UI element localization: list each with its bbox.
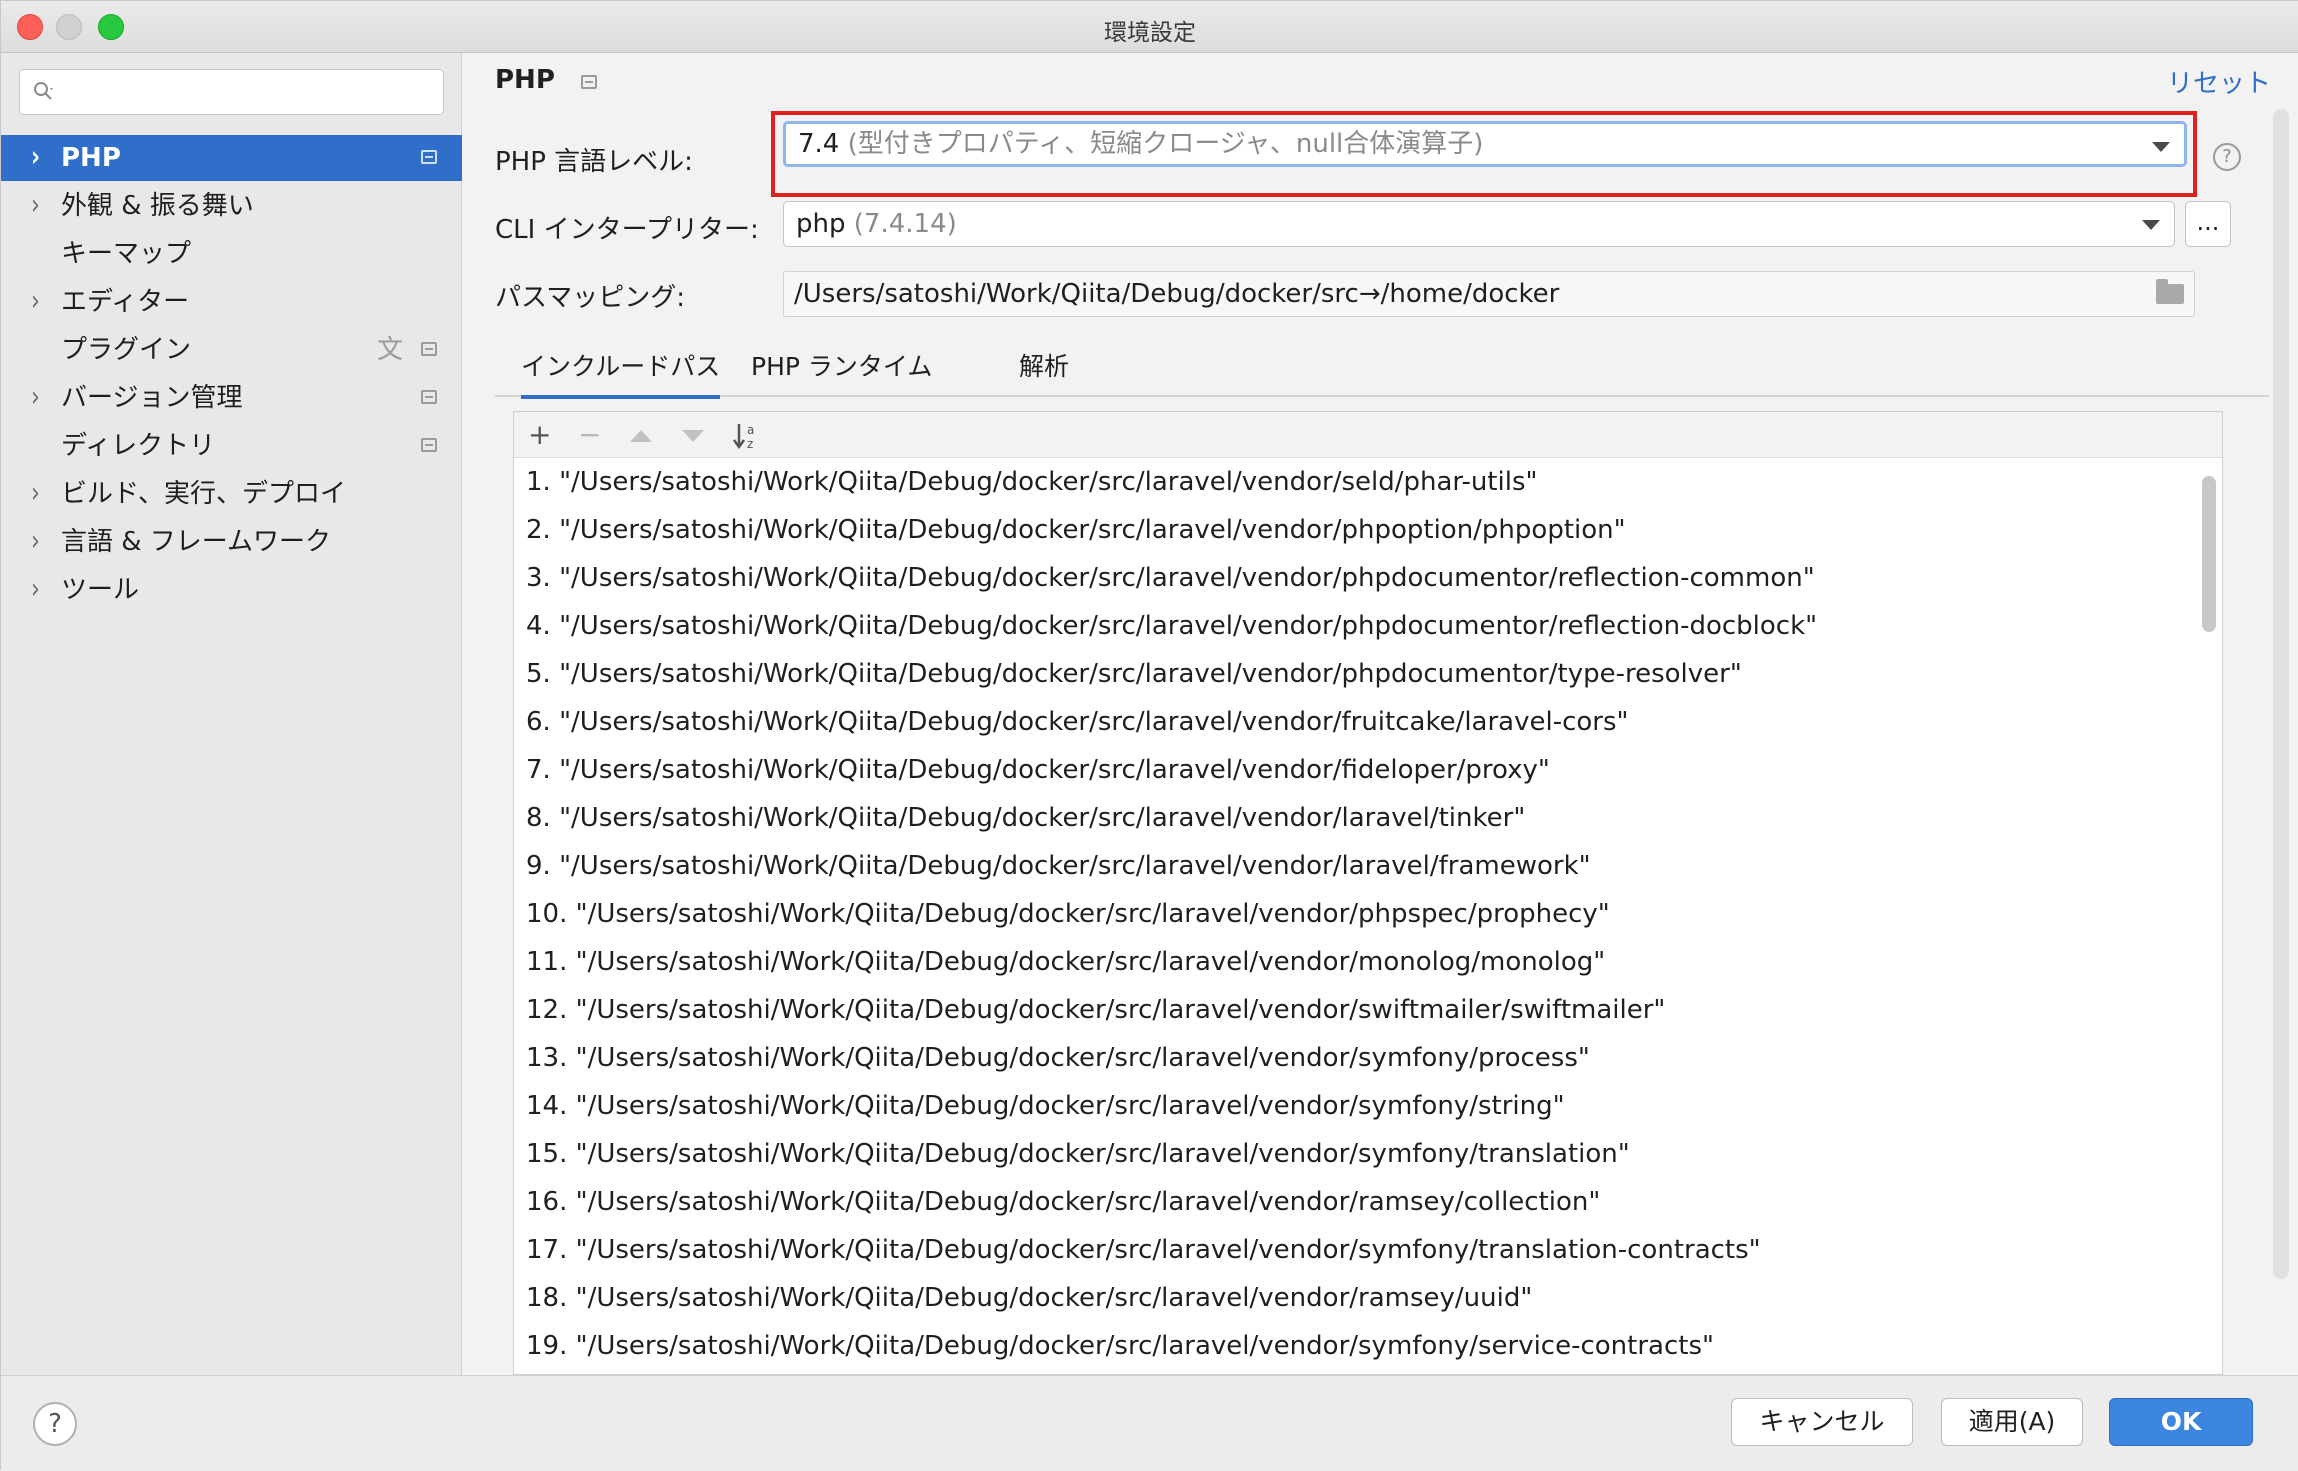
sidebar-item[interactable]: ディレクトリ	[1, 423, 462, 469]
preferences-window: 環境設定 › PHP › 外観 & 振る舞い キーマップ › エディター プラグイン文 › バージ…	[0, 0, 2298, 1471]
sidebar-item[interactable]: › PHP	[1, 135, 462, 181]
list-item[interactable]: 13. "/Users/satoshi/Work/Qiita/Debug/doc…	[514, 1034, 2194, 1082]
list-item[interactable]: 18. "/Users/satoshi/Work/Qiita/Debug/doc…	[514, 1274, 2194, 1322]
folder-icon[interactable]	[2156, 279, 2184, 304]
list-item[interactable]: 4. "/Users/satoshi/Work/Qiita/Debug/dock…	[514, 602, 2194, 650]
cancel-button[interactable]: キャンセル	[1731, 1398, 1913, 1446]
sidebar-item[interactable]: › 外観 & 振る舞い	[1, 183, 462, 229]
translate-icon: 文	[377, 335, 404, 365]
sidebar-item[interactable]: › エディター	[1, 279, 462, 325]
sidebar-item-label: バージョン管理	[61, 383, 243, 413]
list-item[interactable]: 19. "/Users/satoshi/Work/Qiita/Debug/doc…	[514, 1322, 2194, 1370]
list-item[interactable]: 9. "/Users/satoshi/Work/Qiita/Debug/dock…	[514, 842, 2194, 890]
list-scroll-thumb[interactable]	[2202, 476, 2216, 632]
chevron-right-icon[interactable]: ›	[31, 560, 40, 620]
help-button[interactable]: ?	[33, 1402, 77, 1446]
settings-search-input[interactable]	[19, 69, 444, 115]
sidebar-item-label: PHP	[61, 143, 121, 173]
cli-interpreter-value: php	[796, 209, 846, 239]
sidebar-item-label: ビルド、実行、デプロイ	[61, 479, 346, 509]
title-bar: 環境設定	[1, 1, 2298, 53]
settings-sidebar: › PHP › 外観 & 振る舞い キーマップ › エディター プラグイン文 › バージョン管理デ…	[1, 53, 462, 1375]
window-title: 環境設定	[1104, 20, 1196, 46]
list-item[interactable]: 2. "/Users/satoshi/Work/Qiita/Debug/dock…	[514, 506, 2194, 554]
language-level-hint: (型付きプロパティ、短縮クロージャ、null合体演算子)	[847, 129, 1484, 159]
sidebar-item[interactable]: › ツール	[1, 567, 462, 613]
arrow-up-icon[interactable]	[630, 430, 652, 442]
cli-interpreter-browse-button[interactable]: ...	[2185, 201, 2231, 247]
sidebar-item[interactable]: キーマップ	[1, 231, 462, 277]
list-item[interactable]: 14. "/Users/satoshi/Work/Qiita/Debug/doc…	[514, 1082, 2194, 1130]
project-settings-icon	[581, 75, 597, 89]
help-icon[interactable]: ?	[2213, 143, 2241, 171]
language-level-value: 7.4	[798, 129, 840, 159]
content-scrollbar[interactable]	[2273, 109, 2289, 1279]
chevron-right-icon[interactable]: ›	[31, 176, 40, 236]
reset-link[interactable]: リセット	[2167, 63, 2271, 100]
settings-content: PHP リセット PHP 言語レベル: 7.4 (型付きプロパティ、短縮クロージ…	[463, 53, 2298, 1375]
sidebar-item-label: ツール	[61, 575, 140, 605]
list-item[interactable]: 6. "/Users/satoshi/Work/Qiita/Debug/dock…	[514, 698, 2194, 746]
cli-interpreter-label: CLI インタープリター:	[495, 215, 759, 245]
sidebar-item-label: ディレクトリ	[61, 431, 216, 461]
settings-tabs: インクルードパス PHP ランタイム 解析	[495, 337, 2269, 399]
include-path-rows: 1. "/Users/satoshi/Work/Qiita/Debug/dock…	[514, 458, 2194, 1370]
svg-text:z: z	[747, 437, 753, 451]
search-icon	[34, 82, 53, 100]
project-settings-icon	[421, 342, 437, 356]
list-item[interactable]: 10. "/Users/satoshi/Work/Qiita/Debug/doc…	[514, 890, 2194, 938]
list-item[interactable]: 11. "/Users/satoshi/Work/Qiita/Debug/doc…	[514, 938, 2194, 986]
ok-button[interactable]: OK	[2109, 1398, 2253, 1446]
language-level-select[interactable]: 7.4 (型付きプロパティ、短縮クロージャ、null合体演算子)	[783, 121, 2187, 167]
sidebar-item-label: 言語 & フレームワーク	[61, 527, 332, 557]
chevron-down-icon	[2142, 220, 2160, 230]
sort-az-icon[interactable]: az	[732, 421, 762, 451]
project-settings-icon	[421, 438, 437, 452]
list-item[interactable]: 16. "/Users/satoshi/Work/Qiita/Debug/doc…	[514, 1178, 2194, 1226]
sidebar-item-label: キーマップ	[61, 239, 192, 269]
project-settings-icon	[421, 150, 437, 164]
sidebar-item[interactable]: プラグイン 文	[1, 327, 462, 373]
page-title: PHP	[495, 65, 555, 95]
svg-text:a: a	[747, 423, 754, 437]
tab-php-runtime[interactable]: PHP ランタイム	[751, 347, 932, 383]
path-mapping-value: /Users/satoshi/Work/Qiita/Debug/docker/s…	[794, 279, 1560, 309]
arrow-down-icon[interactable]	[682, 430, 704, 442]
list-item[interactable]: 17. "/Users/satoshi/Work/Qiita/Debug/doc…	[514, 1226, 2194, 1274]
sidebar-item[interactable]: › 言語 & フレームワーク	[1, 519, 462, 565]
list-item[interactable]: 7. "/Users/satoshi/Work/Qiita/Debug/dock…	[514, 746, 2194, 794]
sidebar-item[interactable]: › ビルド、実行、デプロイ	[1, 471, 462, 517]
plus-icon[interactable]: +	[528, 418, 551, 451]
dialog-footer: ? キャンセル 適用(A) OK	[1, 1375, 2298, 1471]
path-mapping-field[interactable]: /Users/satoshi/Work/Qiita/Debug/docker/s…	[783, 271, 2195, 317]
chevron-right-icon[interactable]: ›	[31, 368, 40, 428]
list-item[interactable]: 8. "/Users/satoshi/Work/Qiita/Debug/dock…	[514, 794, 2194, 842]
cli-interpreter-select[interactable]: php (7.4.14)	[783, 201, 2175, 247]
list-scrollbar[interactable]	[2202, 468, 2216, 1368]
list-item[interactable]: 12. "/Users/satoshi/Work/Qiita/Debug/doc…	[514, 986, 2194, 1034]
list-toolbar: + − az	[514, 412, 2222, 458]
chevron-right-icon[interactable]: ›	[31, 272, 40, 332]
language-level-label: PHP 言語レベル:	[495, 147, 693, 177]
list-item[interactable]: 5. "/Users/satoshi/Work/Qiita/Debug/dock…	[514, 650, 2194, 698]
tab-analysis[interactable]: 解析	[1019, 347, 1069, 383]
include-path-list: + − az 1. "/Users/satoshi/Work/Qiita/Deb…	[513, 411, 2223, 1375]
path-mapping-label: パスマッピング:	[495, 283, 685, 313]
list-item[interactable]: 15. "/Users/satoshi/Work/Qiita/Debug/doc…	[514, 1130, 2194, 1178]
sidebar-item-label: プラグイン	[61, 335, 192, 365]
tab-include-path[interactable]: インクルードパス	[521, 347, 721, 399]
sidebar-item-label: 外観 & 振る舞い	[61, 191, 254, 221]
apply-button[interactable]: 適用(A)	[1941, 1398, 2083, 1446]
cli-interpreter-version: (7.4.14)	[853, 209, 957, 239]
list-item[interactable]: 3. "/Users/satoshi/Work/Qiita/Debug/dock…	[514, 554, 2194, 602]
chevron-down-icon	[2152, 142, 2170, 152]
list-item[interactable]: 1. "/Users/satoshi/Work/Qiita/Debug/dock…	[514, 458, 2194, 506]
minus-icon[interactable]: −	[578, 418, 601, 451]
sidebar-item-label: エディター	[61, 287, 190, 317]
sidebar-item[interactable]: › バージョン管理	[1, 375, 462, 421]
project-settings-icon	[421, 390, 437, 404]
